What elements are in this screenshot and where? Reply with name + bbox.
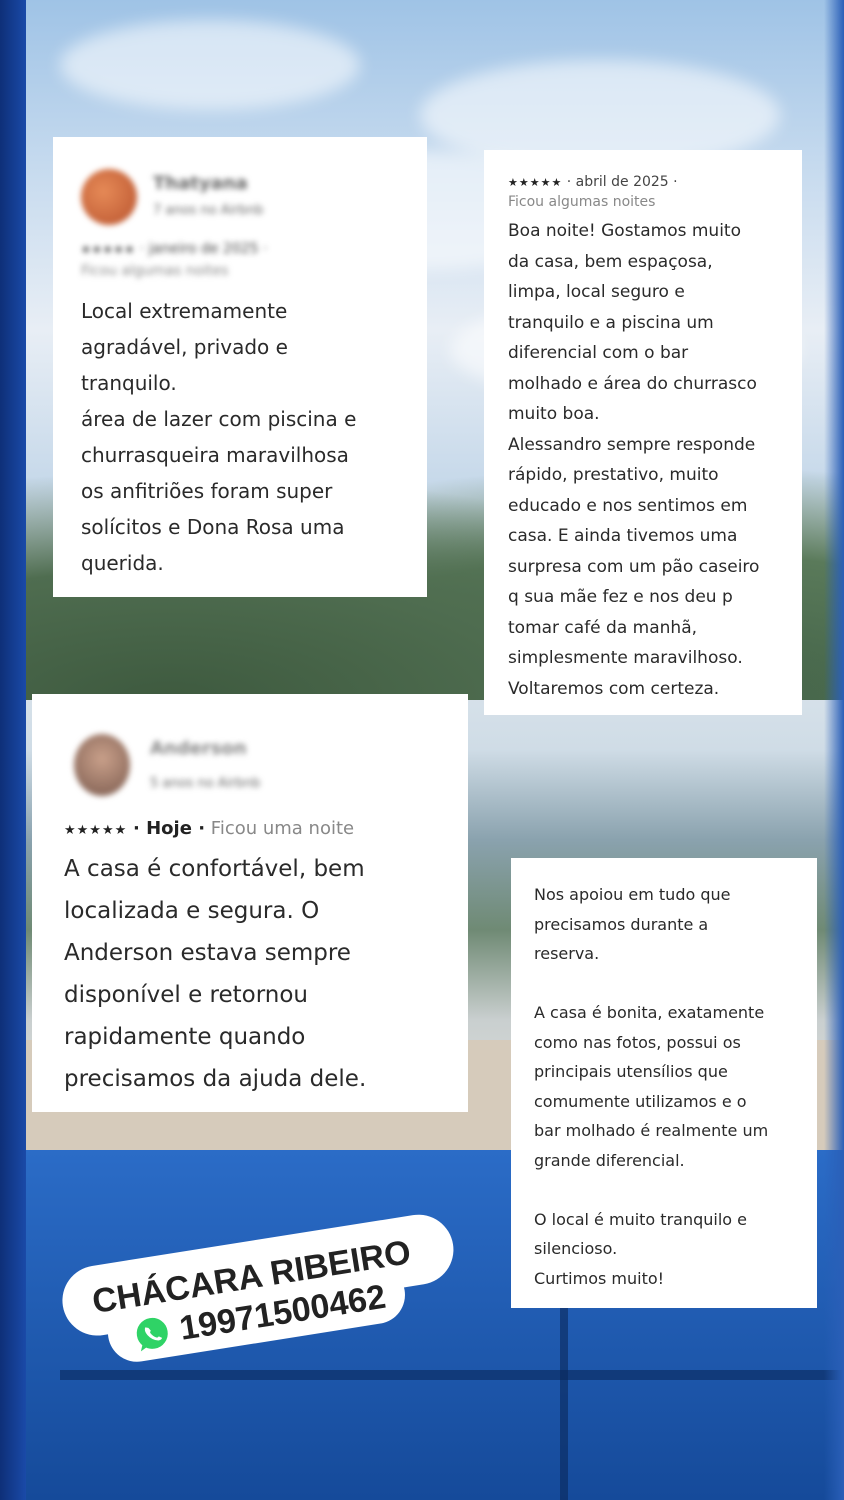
review-text: Boa noite! Gostamos muito da casa, bem e…	[508, 221, 760, 699]
reviewer-subtitle: 7 anos no Airbnb	[153, 203, 264, 218]
review-text: Local extremamente agradável, privado e …	[81, 299, 357, 575]
review-card-3: Anderson 5 anos no Airbnb ★★★★★ · Hoje ·…	[32, 694, 468, 1112]
rating-stars: ★★★★★	[64, 823, 128, 838]
stay-length: Ficou algumas noites	[81, 263, 229, 279]
review-text: A casa é confortável, bem localizada e s…	[64, 856, 367, 1092]
left-frame	[0, 0, 26, 1500]
review-text: Nos apoiou em tudo que precisamos durant…	[534, 885, 769, 1288]
avatar	[74, 734, 130, 796]
review-card-2: ★★★★★ · abril de 2025 · Ficou algumas no…	[484, 150, 802, 715]
right-frame	[824, 0, 844, 1500]
stay-length: Ficou uma noite	[210, 818, 355, 839]
review-date: · Hoje ·	[133, 818, 206, 839]
review-card-4: Nos apoiou em tudo que precisamos durant…	[511, 858, 817, 1308]
rating-stars: ★★★★★	[508, 176, 563, 189]
reviewer-name: Thatyana	[153, 173, 248, 194]
review-date: · janeiro de 2025 ·	[139, 241, 268, 257]
review-date: · abril de 2025 ·	[566, 174, 678, 190]
review-meta: ★★★★★ · Hoje · Ficou uma noite	[64, 818, 354, 839]
rating-stars: ★★★★★	[81, 243, 136, 256]
review-meta: ★★★★★ · janeiro de 2025 ·	[81, 241, 267, 257]
review-card-1: Thatyana 7 anos no Airbnb ★★★★★ · janeir…	[53, 137, 427, 597]
reviewer-name: Anderson	[150, 738, 247, 759]
reviewer-subtitle: 5 anos no Airbnb	[150, 776, 261, 791]
review-meta: ★★★★★ · abril de 2025 ·	[508, 174, 678, 190]
stay-length: Ficou algumas noites	[508, 194, 656, 210]
avatar	[81, 169, 137, 225]
whatsapp-icon[interactable]	[129, 1310, 175, 1356]
